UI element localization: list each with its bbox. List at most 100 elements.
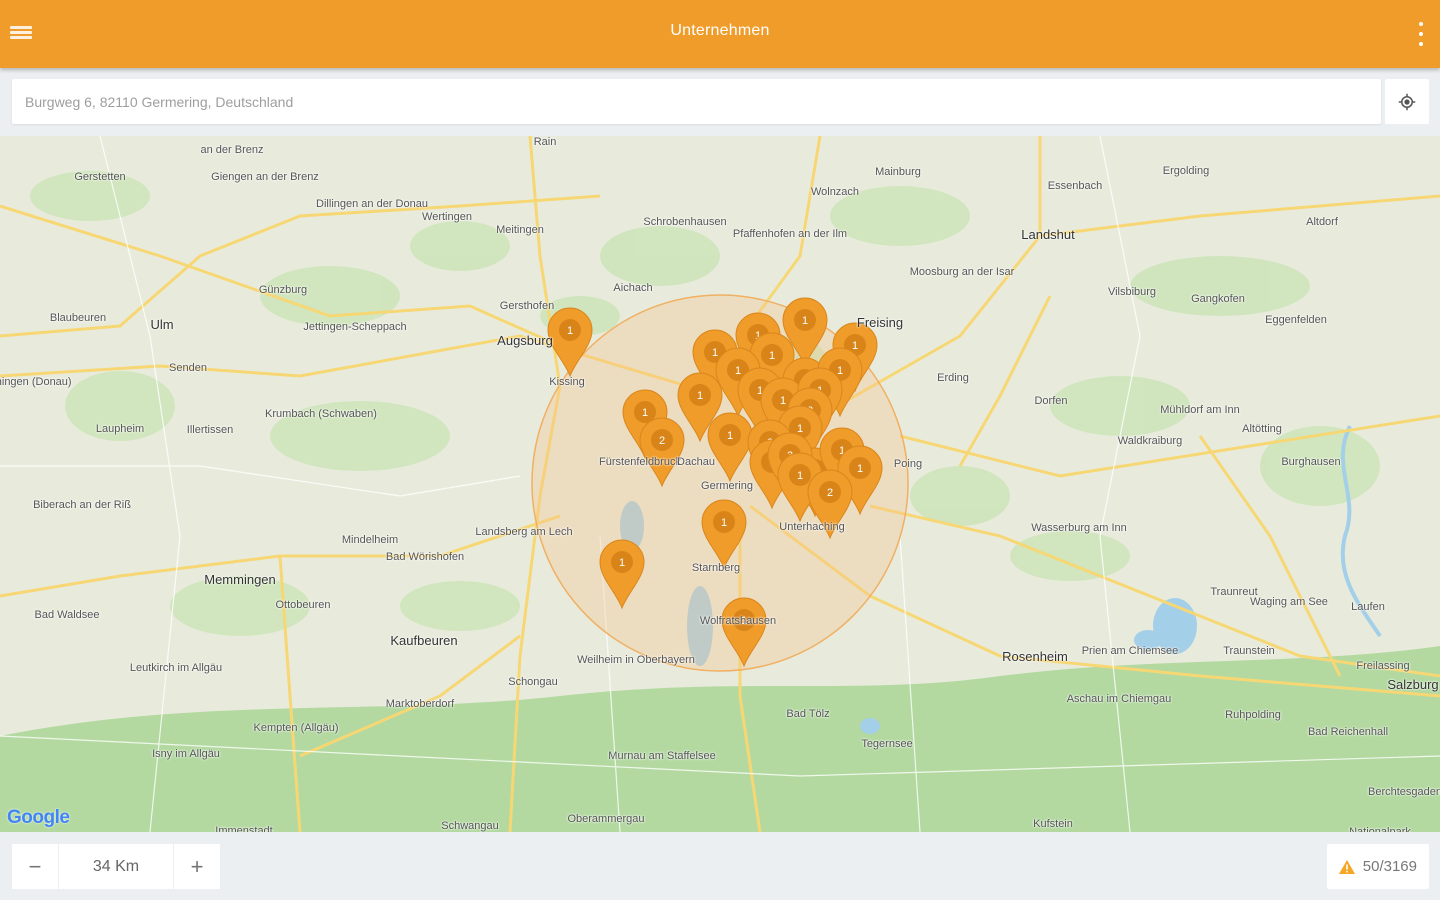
map-place-label: Oberammergau xyxy=(567,813,645,825)
map-place-label: Freising xyxy=(856,315,904,330)
marker-count: 1 xyxy=(769,350,775,362)
map-place-label: Landshut xyxy=(1021,227,1075,242)
decrease-radius-button[interactable]: − xyxy=(12,844,58,889)
map-place-label: Fürstenfeldbruck xyxy=(599,456,681,468)
warning-icon xyxy=(1338,859,1355,874)
marker-count: 1 xyxy=(797,470,803,482)
map-place-label: Ruhpolding xyxy=(1225,709,1281,721)
map-place-label: Ottobeuren xyxy=(275,599,331,611)
app-bar: Unternehmen xyxy=(0,0,1440,68)
map-place-label: Krumbach (Schwaben) xyxy=(265,408,377,420)
map-place-label: Immenstadt xyxy=(215,825,273,832)
marker-count: 1 xyxy=(697,390,703,402)
map-place-label: Rosenheim xyxy=(1002,649,1068,664)
marker-count: 1 xyxy=(712,347,718,359)
map-place-label: Günzburg xyxy=(258,284,308,296)
map-place-label: Schrobenhausen xyxy=(643,216,727,228)
map-place-label: Poing xyxy=(893,458,923,470)
marker-count: 2 xyxy=(827,487,833,499)
map-place-label: Senden xyxy=(169,362,207,374)
map-place-label: Gangkofen xyxy=(1191,293,1245,305)
map-place-label: Freilassing xyxy=(1356,660,1410,672)
marker-count: 1 xyxy=(852,340,858,352)
map-place-label: Salzburg xyxy=(1387,677,1439,692)
results-count-badge[interactable]: 50/3169 xyxy=(1326,844,1429,889)
marker-count: 1 xyxy=(567,325,573,337)
map-place-label: Kufstein xyxy=(1033,818,1073,830)
map-place-label: an der Brenz xyxy=(200,144,264,156)
map-place-label: Laupheim xyxy=(95,423,145,435)
map-place-label: Kempten (Allgäu) xyxy=(253,722,339,734)
marker-count: 1 xyxy=(735,365,741,377)
more-vertical-icon[interactable] xyxy=(1416,22,1426,46)
marker-count: 1 xyxy=(797,423,803,435)
map-place-label: Landsberg am Lech xyxy=(475,526,573,538)
map-place-label: Kissing xyxy=(549,376,585,388)
map-place-label: Kaufbeuren xyxy=(390,633,458,648)
map-place-label: Starnberg xyxy=(691,562,741,574)
map-place-label: Schwangau xyxy=(441,820,499,832)
map-place-label: Bad Reichenhall xyxy=(1307,726,1389,738)
map-place-label: Burghausen xyxy=(1281,456,1341,468)
map-place-label: Aichach xyxy=(613,282,653,294)
map-place-label: Ulm xyxy=(150,317,174,332)
my-location-button[interactable] xyxy=(1385,79,1429,124)
map-view[interactable]: 11111111111112121121131112111 an der Bre… xyxy=(0,136,1440,832)
results-count-text: 50/3169 xyxy=(1362,858,1417,875)
map-place-label: Berchtesgaden xyxy=(1368,786,1440,798)
map-place-label: Schongau xyxy=(508,676,558,688)
map-place-label: Blaubeuren xyxy=(49,312,107,324)
map-place-label: Augsburg xyxy=(497,333,553,348)
map-place-label: Dachau xyxy=(677,456,715,468)
address-search-input[interactable] xyxy=(12,79,1381,124)
map-place-label: Mindelheim xyxy=(341,534,399,546)
map-place-label: Murnau am Staffelsee xyxy=(608,750,716,762)
map-place-label: Biberach an der Riß xyxy=(33,499,131,511)
marker-count: 1 xyxy=(780,395,786,407)
map-place-label: Meitingen xyxy=(496,224,544,236)
map-place-label: Wolfratshausen xyxy=(699,615,777,627)
map-place-label: Dillingen an der Donau xyxy=(316,198,428,210)
map-place-label: Altötting xyxy=(1242,423,1282,435)
marker-count: 1 xyxy=(802,315,808,327)
map-place-label: Ehingen (Donau) xyxy=(0,376,72,388)
map-place-label: Leutkirch im Allgäu xyxy=(129,662,223,674)
increase-radius-button[interactable]: + xyxy=(174,844,220,889)
map-place-label: Aschau im Chiemgau xyxy=(1066,693,1172,705)
map-place-label: Prien am Chiemsee xyxy=(1081,645,1179,657)
map-place-label: Wolnzach xyxy=(810,186,860,198)
map-place-label: Wasserburg am Inn xyxy=(1031,522,1127,534)
map-place-label: Wertingen xyxy=(422,211,472,223)
map-place-label: Bad Waldsee xyxy=(34,609,100,621)
map-place-label: Waging am See xyxy=(1250,596,1328,608)
radius-value: 34 Km xyxy=(58,844,174,889)
marker-count: 1 xyxy=(857,463,863,475)
map-place-label: Isny im Allgäu xyxy=(152,748,220,760)
marker-count: 1 xyxy=(837,365,843,377)
map-place-label: Bad Wörishofen xyxy=(385,551,465,563)
map-place-label: Gersthofen xyxy=(499,300,555,312)
bottom-bar: − 34 Km + 50/3169 xyxy=(0,832,1440,900)
radius-control: − 34 Km + xyxy=(12,844,220,889)
map-place-label: Memmingen xyxy=(204,572,276,587)
map-place-label: Weilheim in Oberbayern xyxy=(577,654,695,666)
map-place-label: Illertissen xyxy=(186,424,234,436)
marker-count: 1 xyxy=(642,407,648,419)
map-place-label: Ergolding xyxy=(1162,165,1210,177)
map-place-label: Bad Tölz xyxy=(786,708,830,720)
map-place-label: Essenbach xyxy=(1047,180,1103,192)
map-place-label: Mainburg xyxy=(875,166,921,178)
marker-count: 1 xyxy=(727,430,733,442)
map-place-label: Giengen an der Brenz xyxy=(211,171,319,183)
map-place-label: Laufen xyxy=(1351,601,1385,613)
page-title: Unternehmen xyxy=(670,22,770,39)
map-place-label: Traunstein xyxy=(1223,645,1275,657)
map-place-label: Erding xyxy=(937,372,969,384)
map-place-label: Vilsbiburg xyxy=(1107,286,1157,298)
marker-count: 1 xyxy=(619,557,625,569)
map-place-label: Pfaffenhofen an der Ilm xyxy=(732,228,848,240)
map-place-label: Altdorf xyxy=(1306,216,1338,228)
map-place-label: Waldkraiburg xyxy=(1117,435,1183,447)
map-place-label: Gerstetten xyxy=(74,171,126,183)
google-attribution-logo: Google xyxy=(7,807,70,828)
